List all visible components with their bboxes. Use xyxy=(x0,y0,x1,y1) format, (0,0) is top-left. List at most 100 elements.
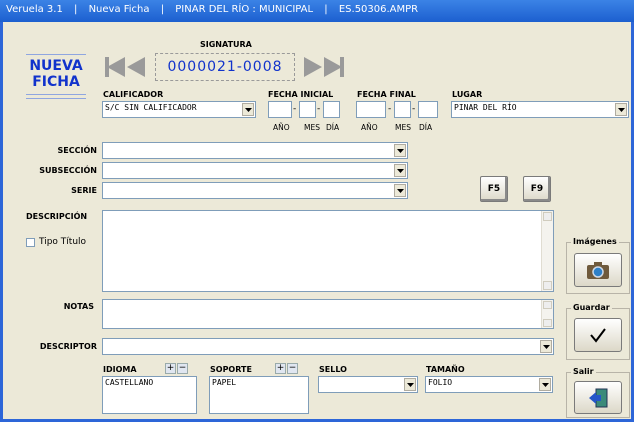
fecha-final-mes-input[interactable] xyxy=(394,101,411,118)
logo-line2: FICHA xyxy=(32,74,80,90)
calificador-select[interactable]: S/C SIN CALIFICADOR xyxy=(102,101,256,118)
calificador-value: S/C SIN CALIFICADOR xyxy=(105,103,197,112)
title-sep: | xyxy=(324,4,328,15)
scroll-up-icon[interactable] xyxy=(543,212,552,221)
plus-icon[interactable]: + xyxy=(165,363,176,374)
tamano-value: FOLIO xyxy=(428,378,453,387)
fi-anio-label: AÑO xyxy=(273,123,290,132)
chevron-down-icon xyxy=(540,340,552,353)
ff-mes-label: MES xyxy=(395,123,411,132)
scrollbar[interactable] xyxy=(541,211,553,291)
descriptor-select[interactable] xyxy=(102,338,554,355)
scroll-down-icon[interactable] xyxy=(543,319,552,327)
tamano-select[interactable]: FOLIO xyxy=(425,376,553,393)
subseccion-label: SUBSECCIÓN xyxy=(39,166,97,175)
prev-first-button[interactable] xyxy=(103,53,151,81)
chevron-down-icon xyxy=(404,378,416,391)
mode-name: Nueva Ficha xyxy=(88,4,150,15)
lugar-select[interactable]: PINAR DEL RÍO xyxy=(451,101,629,118)
next-record-icon xyxy=(304,57,322,77)
logo-line1: NUEVA xyxy=(29,58,83,74)
fecha-inicial-mes-input[interactable] xyxy=(299,101,316,118)
chevron-down-icon xyxy=(394,184,406,197)
sello-select[interactable] xyxy=(318,376,418,393)
fi-mes-label: MES xyxy=(304,123,320,132)
descripcion-textarea[interactable] xyxy=(102,210,554,292)
archive-code: ES.50306.AMPR xyxy=(338,4,419,15)
descriptor-label: DESCRIPTOR xyxy=(39,342,97,351)
seccion-label: SECCIÓN xyxy=(57,146,97,155)
calificador-label: CALIFICADOR xyxy=(103,90,164,99)
chevron-down-icon xyxy=(394,144,406,157)
descripcion-label: DESCRIPCIÓN xyxy=(26,212,88,221)
first-record-icon xyxy=(107,57,125,77)
place-name: PINAR DEL RÍO : MUNICIPAL xyxy=(175,4,314,15)
fecha-final-anio-input[interactable] xyxy=(356,101,386,118)
app-name: Veruela 3.1 xyxy=(6,4,63,15)
fecha-inicial-dia-input[interactable] xyxy=(323,101,340,118)
date-sep: - xyxy=(293,104,297,114)
fecha-inicial-anio-input[interactable] xyxy=(268,101,292,118)
notas-label: NOTAS xyxy=(63,302,94,311)
soporte-controls: + − xyxy=(275,363,298,374)
tipo-titulo-label: Tipo Título xyxy=(39,237,87,247)
signatura-display: 0000021-0008 xyxy=(155,53,295,81)
chevron-down-icon xyxy=(539,378,551,391)
soporte-label: SOPORTE xyxy=(210,365,252,374)
serie-select[interactable] xyxy=(102,182,408,199)
fi-dia-label: DÍA xyxy=(326,123,340,132)
idioma-controls: + − xyxy=(165,363,188,374)
scroll-down-icon[interactable] xyxy=(543,281,552,290)
prev-record-icon xyxy=(127,57,145,77)
fecha-final-dia-input[interactable] xyxy=(418,101,438,118)
signatura-label: SIGNATURA xyxy=(200,40,252,49)
title-sep: | xyxy=(160,4,165,15)
notas-textarea[interactable] xyxy=(102,299,554,329)
soporte-list[interactable]: PAPEL xyxy=(209,376,309,414)
imagenes-button[interactable] xyxy=(574,253,622,287)
f5-label: F5 xyxy=(487,184,501,194)
date-sep: - xyxy=(388,104,392,114)
subseccion-select[interactable] xyxy=(102,162,408,179)
list-item[interactable]: PAPEL xyxy=(212,378,306,387)
list-item[interactable]: CASTELLANO xyxy=(105,378,194,387)
idioma-list[interactable]: CASTELLANO xyxy=(102,376,197,414)
chevron-down-icon xyxy=(394,164,406,177)
exit-door-icon xyxy=(589,388,608,407)
guardar-button[interactable] xyxy=(574,318,622,352)
tipo-titulo-checkbox-row[interactable]: Tipo Título xyxy=(26,237,86,247)
tamano-label: TAMAÑO xyxy=(426,365,465,374)
idioma-label: IDIOMA xyxy=(103,365,137,374)
scrollbar[interactable] xyxy=(541,300,553,328)
guardar-label: Guardar xyxy=(571,303,612,312)
last-record-icon xyxy=(324,57,342,77)
salir-label: Salir xyxy=(571,367,596,376)
fecha-inicial-label: FECHA INICIAL xyxy=(268,90,334,99)
ff-anio-label: AÑO xyxy=(361,123,378,132)
signatura-value: 0000021-0008 xyxy=(167,59,283,75)
serie-label: SERIE xyxy=(71,186,97,195)
nueva-ficha-logo: NUEVA FICHA xyxy=(22,54,90,116)
minus-icon[interactable]: − xyxy=(177,363,188,374)
chevron-down-icon xyxy=(615,103,627,116)
tipo-titulo-checkbox[interactable] xyxy=(26,237,35,247)
camera-icon xyxy=(587,262,609,279)
ff-dia-label: DÍA xyxy=(419,123,433,132)
plus-icon[interactable]: + xyxy=(275,363,286,374)
next-last-button[interactable] xyxy=(298,53,346,81)
lugar-value: PINAR DEL RÍO xyxy=(454,103,517,112)
scroll-up-icon[interactable] xyxy=(543,301,552,309)
chevron-down-icon xyxy=(242,103,254,116)
lugar-label: LUGAR xyxy=(452,90,483,99)
sello-label: SELLO xyxy=(319,365,347,374)
salir-button[interactable] xyxy=(574,381,622,414)
minus-icon[interactable]: − xyxy=(287,363,298,374)
f5-key-button[interactable]: F5 xyxy=(480,176,508,202)
f9-label: F9 xyxy=(530,184,544,194)
date-sep: - xyxy=(412,104,416,114)
seccion-select[interactable] xyxy=(102,142,408,159)
f9-key-button[interactable]: F9 xyxy=(523,176,551,202)
check-icon xyxy=(590,328,606,343)
title-sep: | xyxy=(74,4,78,15)
date-sep: - xyxy=(317,104,321,114)
